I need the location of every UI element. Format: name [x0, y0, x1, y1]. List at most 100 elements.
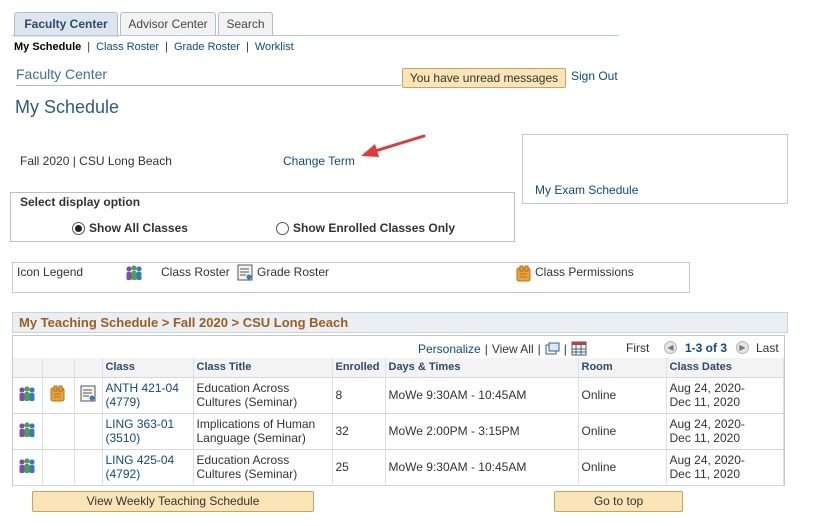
subnav-my-schedule: My Schedule [14, 41, 82, 53]
room-cell: Online [578, 377, 667, 414]
subnav-worklist[interactable]: Worklist [255, 39, 294, 55]
roster-cell [13, 377, 43, 414]
column-header-grade [74, 358, 103, 378]
radio-label: Show Enrolled Classes Only [293, 221, 456, 235]
icon-legend-title: Icon Legend [17, 265, 84, 279]
permissions-cell [42, 377, 75, 414]
table-header-row: Class Class Title Enrolled Days & Times … [13, 358, 784, 378]
zoom-icon[interactable] [545, 342, 560, 355]
class-link[interactable]: LING 363-01 [106, 417, 175, 431]
class-title-cell: Education Across Cultures (Seminar) [193, 377, 333, 414]
row-range-label: 1-3 of 3 [685, 341, 728, 355]
column-header-enrolled: Enrolled [332, 358, 386, 378]
view-weekly-schedule-button[interactable]: View Weekly Teaching Schedule [32, 491, 314, 512]
sign-out-link[interactable]: Sign Out [571, 69, 618, 83]
grade-cell [74, 377, 103, 414]
class-number-link[interactable]: (4779) [106, 395, 141, 409]
toolbar-separator: | [563, 341, 567, 356]
class-number-link[interactable]: (3510) [106, 431, 141, 445]
days-times-cell: MoWe 9:30AM - 10:45AM [385, 377, 579, 414]
column-header-permissions [42, 358, 75, 378]
class-cell[interactable]: LING 363-01 (3510) [102, 413, 194, 450]
legend-class-permissions-label: Class Permissions [535, 265, 634, 279]
class-link[interactable]: LING 425-04 [106, 453, 175, 467]
teaching-schedule-header: My Teaching Schedule > Fall 2020 > CSU L… [12, 312, 788, 333]
tabs-divider [12, 35, 619, 36]
class-title-cell: Education Across Cultures (Seminar) [193, 449, 333, 486]
days-times-cell: MoWe 2:00PM - 3:15PM [385, 413, 579, 450]
grade-cell [74, 413, 103, 450]
page-title: My Schedule [15, 97, 120, 117]
class-dates-cell: Aug 24, 2020- Dec 11, 2020 [666, 449, 784, 486]
column-header-days-times: Days & Times [385, 358, 579, 378]
class-roster-icon[interactable] [17, 421, 37, 439]
download-spreadsheet-icon[interactable] [571, 341, 587, 356]
class-link[interactable]: ANTH 421-04 [106, 381, 179, 395]
radio-unselected-icon[interactable] [276, 221, 289, 235]
grade-cell [74, 449, 103, 486]
unread-messages-button[interactable]: You have unread messages [402, 68, 566, 88]
room-cell: Online [578, 413, 667, 450]
table-row: ANTH 421-04 (4779) Education Across Cultur… [13, 377, 784, 414]
class-permissions-icon[interactable] [49, 385, 67, 403]
roster-cell [13, 413, 43, 450]
section-underline [16, 85, 401, 86]
class-cell[interactable]: LING 425-04 (4792) [102, 449, 194, 486]
grade-roster-icon [237, 264, 253, 281]
subnav-class-roster[interactable]: Class Roster [96, 39, 159, 55]
class-title-line: Implications of Human [196, 417, 316, 431]
column-header-class-title: Class Title [193, 358, 333, 378]
tab-advisor-center[interactable]: Advisor Center [120, 12, 216, 36]
roster-cell [13, 449, 43, 486]
schedule-table: Class Class Title Enrolled Days & Times … [13, 358, 784, 486]
column-header-class-dates: Class Dates [666, 358, 784, 378]
class-date-line: Aug 24, 2020- [669, 453, 745, 467]
class-permissions-icon [516, 265, 531, 282]
table-row: LING 425-04 (4792) Education Across Cultur… [13, 449, 784, 486]
radio-label: Show All Classes [89, 221, 188, 235]
tab-faculty-center[interactable]: Faculty Center [14, 12, 118, 37]
grid-toolbar: Personalize | View All | | [418, 341, 587, 356]
exam-schedule-link[interactable]: My Exam Schedule [535, 183, 638, 197]
subnav-separator: | [165, 41, 168, 53]
column-header-class: Class [102, 358, 194, 378]
class-title-line: Education Across [196, 381, 290, 395]
class-date-line: Dec 11, 2020 [669, 431, 741, 445]
legend-grade-roster-label: Grade Roster [257, 265, 330, 279]
table-row: LING 363-01 (3510) Implications of Human L… [13, 413, 784, 450]
class-roster-icon[interactable] [17, 385, 37, 403]
class-date-line: Dec 11, 2020 [669, 467, 741, 481]
class-title-line: Education Across [196, 453, 290, 467]
next-page-icon[interactable]: ▶ [736, 341, 749, 354]
toolbar-separator: | [484, 341, 488, 356]
view-all-link[interactable]: View All [492, 342, 534, 356]
class-roster-icon [126, 265, 142, 280]
personalize-link[interactable]: Personalize [418, 342, 481, 356]
permissions-cell [42, 413, 75, 450]
class-dates-cell: Aug 24, 2020- Dec 11, 2020 [666, 377, 784, 414]
display-option-title: Select display option [20, 195, 141, 209]
radio-show-enrolled-only[interactable]: Show Enrolled Classes Only [276, 221, 455, 235]
previous-page-icon[interactable]: ◀ [664, 341, 677, 354]
class-cell[interactable]: ANTH 421-04 (4779) [102, 377, 194, 414]
room-cell: Online [578, 449, 667, 486]
class-date-line: Aug 24, 2020- [669, 381, 745, 395]
class-date-line: Aug 24, 2020- [669, 417, 745, 431]
legend-class-roster-label: Class Roster [161, 265, 230, 279]
permissions-cell [42, 449, 75, 486]
class-title-line: Cultures (Seminar) [196, 467, 298, 481]
class-date-line: Dec 11, 2020 [669, 395, 741, 409]
change-term-link[interactable]: Change Term [283, 154, 355, 168]
radio-selected-icon[interactable] [72, 221, 85, 235]
go-to-top-button[interactable]: Go to top [554, 491, 683, 512]
class-number-link[interactable]: (4792) [106, 467, 141, 481]
first-label: First [626, 341, 650, 355]
class-roster-icon[interactable] [17, 457, 37, 475]
class-title-cell: Implications of Human Language (Seminar) [193, 413, 333, 450]
subnav-grade-roster[interactable]: Grade Roster [174, 39, 240, 55]
class-title-line: Cultures (Seminar) [196, 395, 298, 409]
tab-search[interactable]: Search [218, 12, 273, 36]
radio-show-all-classes[interactable]: Show All Classes [72, 221, 188, 235]
enrolled-cell: 32 [332, 413, 386, 450]
grade-roster-icon[interactable] [80, 385, 97, 402]
